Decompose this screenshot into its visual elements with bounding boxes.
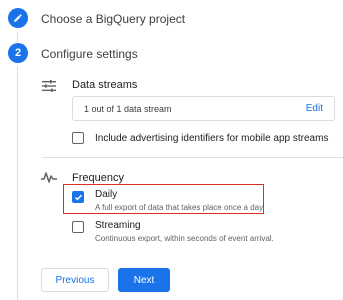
step-2-title: Configure settings — [41, 47, 138, 61]
streaming-label: Streaming — [95, 220, 141, 231]
daily-description: A full export of data that takes place o… — [95, 203, 264, 212]
advertising-identifiers-label: Include advertising identifiers for mobi… — [95, 133, 329, 144]
streaming-checkbox[interactable] — [72, 221, 84, 233]
step-2-line — [17, 66, 18, 300]
next-button[interactable]: Next — [118, 268, 170, 292]
frequency-title: Frequency — [72, 172, 124, 184]
data-stream-summary: 1 out of 1 data stream — [84, 103, 172, 114]
step-1-circle — [8, 8, 28, 28]
edit-data-streams-link[interactable]: Edit — [306, 103, 323, 114]
data-streams-title: Data streams — [72, 79, 138, 91]
advertising-identifiers-checkbox[interactable] — [72, 132, 84, 144]
pencil-icon — [13, 13, 23, 23]
step-1-title[interactable]: Choose a BigQuery project — [41, 12, 185, 26]
step-2-number: 2 — [14, 47, 22, 59]
daily-label: Daily — [95, 189, 118, 200]
data-stream-summary-box: 1 out of 1 data stream Edit — [72, 96, 335, 121]
step-connector — [17, 32, 18, 42]
section-divider — [42, 157, 343, 158]
step-2-circle: 2 — [8, 43, 28, 63]
streaming-description: Continuous export, within seconds of eve… — [95, 234, 274, 243]
previous-button[interactable]: Previous — [41, 268, 109, 292]
daily-checkbox[interactable] — [72, 191, 84, 203]
pulse-icon — [41, 170, 57, 189]
tune-icon — [42, 79, 56, 97]
